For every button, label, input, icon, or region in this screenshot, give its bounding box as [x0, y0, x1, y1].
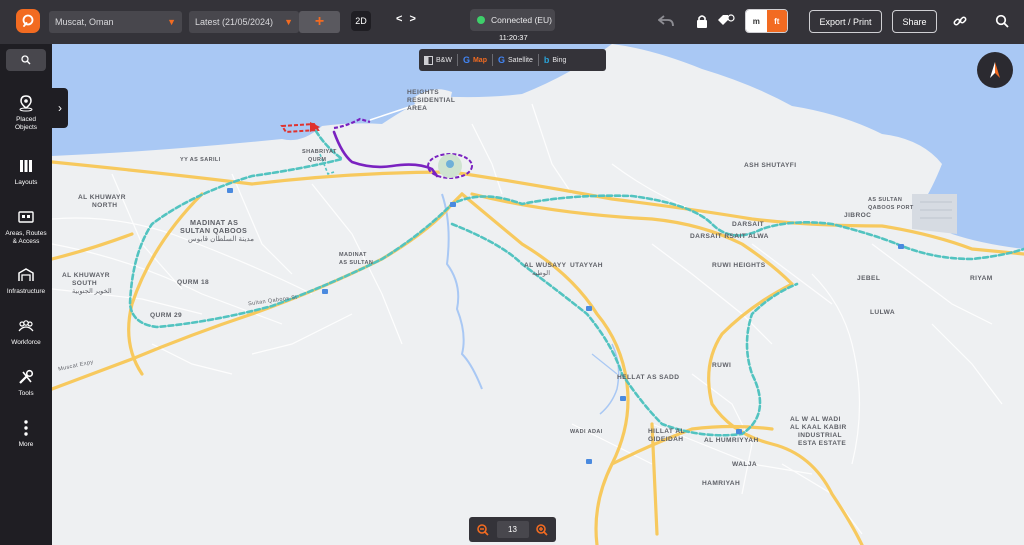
compass-icon: [990, 62, 1000, 78]
map-label-madinat-sultan: MADINAT AS SULTAN: [339, 252, 374, 266]
map-label-hamriyah: HAMRIYAH: [702, 480, 741, 487]
map-label-jibroc: JIBROC: [844, 212, 872, 219]
map-label-darsait: DARSAIT: [732, 221, 765, 228]
sidebar-item-infrastructure[interactable]: Infrastructure: [0, 266, 52, 296]
sidebar-item-layouts[interactable]: Layouts: [0, 157, 52, 187]
unit-toggle[interactable]: m ft: [745, 9, 788, 33]
map-label-walja: WALJA: [732, 461, 758, 468]
app-logo[interactable]: [16, 9, 40, 33]
map-label-ash-shutayfi: ASH SHUTAYFI: [744, 162, 797, 169]
map-label-wadi-kabir: AL W AL WADI AL KAAL KABIR INDUSTRIAL ESTA …: [790, 416, 847, 447]
status-dot-icon: [477, 16, 485, 24]
zoom-control: 13: [469, 517, 556, 542]
map-label-gideidah: HILLAT AL GIDEIDAH: [648, 428, 685, 443]
view-mode-toggle[interactable]: 2D: [351, 11, 371, 31]
compass-button[interactable]: [977, 52, 1013, 88]
map-label-darsait-rsait: DARSAIT RSAIT ALWA: [690, 233, 769, 240]
pin-icon: [19, 95, 33, 112]
clock: 11:20:37: [499, 33, 528, 42]
nav-arrows-button[interactable]: < >: [396, 13, 418, 25]
map-label-qurm-18: QURM 18: [177, 279, 210, 286]
map-label-ruwi-heights: RUWI HEIGHTS: [712, 262, 766, 269]
map-label-khuwayr-south: AL KHUWAYR SOUTH الخوير الجنوبية: [62, 272, 112, 295]
workforce-icon: [18, 320, 34, 332]
undo-icon[interactable]: [656, 11, 676, 31]
map-label-port: AS SULTAN QABOOS PORT: [868, 197, 914, 211]
bing-icon: b: [543, 55, 550, 65]
location-select-value: Muscat, Oman: [55, 17, 114, 27]
layer-bing-option[interactable]: b Bing: [539, 49, 572, 71]
connection-status-label: Connected (EU): [491, 15, 552, 25]
export-print-button[interactable]: Export / Print: [809, 10, 882, 33]
map-label-utayyah: UTAYYAH: [570, 262, 603, 269]
logo-icon: [22, 14, 34, 27]
sidebar-item-placed-objects[interactable]: Placed Objects: [0, 94, 52, 132]
chevron-right-icon: ›: [58, 101, 62, 115]
map-label-wadi-adai: WADI ADAI: [570, 429, 603, 435]
unit-m-option[interactable]: m: [746, 10, 767, 32]
map-label-sarili: YY AS SARILI: [180, 157, 221, 163]
layer-bw-option[interactable]: B&W: [419, 49, 457, 71]
map-label-ruwi: RUWI: [712, 362, 732, 369]
map-label-jebel: JEBEL: [857, 275, 881, 282]
chevron-down-icon: ▼: [284, 17, 293, 27]
more-icon: [24, 420, 28, 436]
tag-visibility-icon[interactable]: [716, 11, 736, 31]
map-label-qurm-29: QURM 29: [150, 312, 183, 319]
sidebar-item-workforce[interactable]: Workforce: [0, 317, 52, 347]
map-canvas[interactable]: HEIGHTS RESIDENTIAL AREA ASH SHUTAYFI JIBR…: [52, 44, 1024, 545]
tools-icon: [19, 369, 34, 384]
google-icon: G: [462, 55, 470, 65]
map-label-madinat-qaboos: MADINAT AS SULTAN QABOOS مدينة السلطان قاب…: [180, 218, 255, 243]
zoom-in-icon[interactable]: [534, 522, 550, 538]
map-label-humriyyah: AL HUMRIYYAH: [704, 437, 759, 444]
sidebar-search-button[interactable]: [6, 49, 46, 71]
map-layer-selector: B&W G Map G Satellite b Bing: [419, 49, 606, 71]
map-graphic[interactable]: [52, 44, 1024, 545]
bw-icon: [424, 55, 433, 65]
map-label-riyam: RIYAM: [970, 275, 993, 282]
layouts-icon: [20, 160, 32, 172]
search-icon[interactable]: [992, 11, 1012, 31]
unit-ft-option[interactable]: ft: [766, 10, 787, 32]
sidebar-item-tools[interactable]: Tools: [0, 368, 52, 398]
chevron-down-icon: ▼: [167, 17, 176, 27]
map-label-khuwayr-north: AL KHUWAYR NORTH: [78, 194, 126, 209]
zoom-level-input[interactable]: 13: [496, 521, 529, 538]
share-button[interactable]: Share: [892, 10, 937, 33]
sidebar-expand-button[interactable]: ›: [52, 88, 68, 128]
sidebar: Placed Objects Layouts Areas, Routes & A…: [0, 44, 52, 545]
infrastructure-icon: [18, 268, 34, 281]
areas-icon: [18, 211, 34, 223]
layer-satellite-option[interactable]: G Satellite: [493, 49, 538, 71]
lock-icon[interactable]: [692, 11, 712, 31]
connection-status: Connected (EU): [470, 9, 555, 31]
map-label-shabriyat: SHABRIYAT QURM: [302, 149, 337, 163]
link-icon[interactable]: [950, 11, 970, 31]
location-select[interactable]: Muscat, Oman ▼: [49, 11, 182, 33]
search-icon: [21, 55, 31, 65]
sidebar-item-areas-routes[interactable]: Areas, Routes & Access: [0, 208, 52, 246]
layer-map-option[interactable]: G Map: [458, 49, 492, 71]
map-label-heights: HEIGHTS RESIDENTIAL AREA: [407, 89, 456, 112]
map-label-lulwa: LULWA: [870, 309, 896, 316]
add-button[interactable]: +: [299, 11, 340, 33]
top-bar: Muscat, Oman ▼ Latest (21/05/2024) ▼ + 2…: [0, 0, 1024, 44]
date-select[interactable]: Latest (21/05/2024) ▼: [189, 11, 299, 33]
zoom-out-icon[interactable]: [475, 522, 491, 538]
map-label-wusayy: AL WUSAYY الوطية: [524, 262, 567, 277]
map-label-hellat: HELLAT AS SADD: [617, 374, 680, 381]
date-select-value: Latest (21/05/2024): [195, 17, 274, 27]
google-icon: G: [497, 55, 505, 65]
sidebar-item-more[interactable]: More: [0, 419, 52, 449]
